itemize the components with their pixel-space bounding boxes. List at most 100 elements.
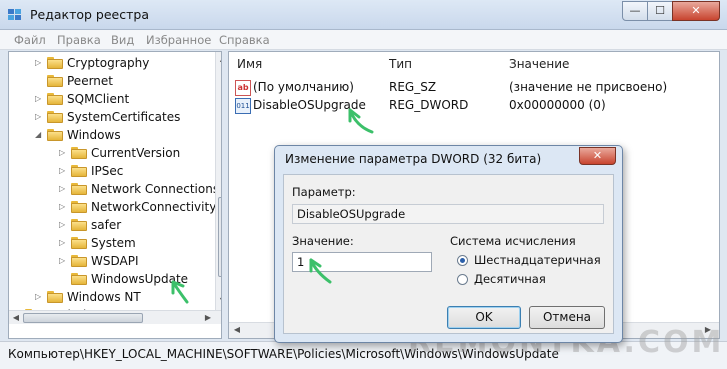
scroll-up-arrow-icon[interactable]: ▲: [216, 54, 221, 63]
folder-icon: [71, 255, 87, 267]
parameter-name-field: DisableOSUpgrade: [292, 204, 604, 224]
folder-icon: [71, 237, 87, 249]
tree-vertical-scroll-thumb[interactable]: [218, 197, 221, 277]
tree-expand-icon[interactable]: ▷: [35, 293, 42, 301]
value-label: Значение:: [292, 234, 354, 248]
tree-node-label: Network Connections: [91, 182, 220, 196]
menu-view[interactable]: Вид: [111, 33, 134, 47]
tree-node-label: WindowsUpdate: [91, 272, 189, 286]
tree-node-label: WSDAPI: [91, 254, 139, 268]
tree-expand-icon[interactable]: ▷: [35, 59, 42, 67]
folder-icon: [47, 129, 63, 141]
tree-node[interactable]: ▷ Cryptography: [9, 54, 214, 72]
tree-node-label: CurrentVersion: [91, 146, 181, 160]
scroll-left-arrow-icon[interactable]: ◀: [11, 313, 21, 322]
tree-node-label: Windows NT: [67, 290, 141, 304]
window-title: Редактор реестра: [30, 7, 149, 22]
value-type: REG_DWORD: [389, 98, 469, 112]
value-name: (По умолчанию): [253, 80, 354, 94]
value-type: REG_SZ: [389, 80, 437, 94]
tree-node[interactable]: Peernet: [9, 72, 214, 90]
dialog-close-button[interactable]: ✕: [579, 147, 616, 165]
tree-expand-icon[interactable]: ▷: [59, 185, 66, 193]
value-data: (значение не присвоено): [509, 80, 668, 94]
tree-vertical-scrollbar[interactable]: ▲ ▼: [215, 52, 221, 310]
tree-node-label: SQMClient: [67, 92, 130, 106]
menu-file[interactable]: Файл: [14, 33, 46, 47]
tree-node[interactable]: ▷ Network Connections: [9, 180, 219, 198]
tree-expand-icon[interactable]: ▷: [59, 167, 66, 175]
binary-value-icon: 011: [235, 98, 251, 114]
value-name: DisableOSUpgrade: [253, 98, 366, 112]
regedit-app-icon: [7, 7, 23, 23]
hex-radio-label[interactable]: Шестнадцатеричная: [474, 253, 601, 267]
tree-node-label: safer: [91, 218, 122, 232]
dialog-title: Изменение параметра DWORD (32 бита): [285, 152, 542, 166]
scroll-down-arrow-icon[interactable]: ▼: [216, 296, 221, 305]
string-value-icon: ab: [235, 80, 251, 96]
tree-node[interactable]: ▷ System: [9, 234, 214, 252]
column-header-type[interactable]: Тип: [389, 57, 412, 71]
tree-node-label: Windows: [67, 128, 121, 142]
menu-edit[interactable]: Правка: [57, 33, 101, 47]
tree-node-label: Cryptography: [67, 56, 150, 70]
tree-node[interactable]: WindowsUpdate: [9, 270, 214, 288]
ok-button[interactable]: OK: [447, 306, 521, 329]
tree-expand-icon[interactable]: ▷: [59, 203, 66, 211]
folder-icon: [71, 183, 87, 195]
value-data-input[interactable]: 1: [292, 252, 432, 272]
value-data-text: 1: [297, 255, 305, 269]
cancel-button[interactable]: Отмена: [529, 306, 605, 329]
folder-icon: [71, 273, 87, 285]
tree-node[interactable]: ▷ NetworkConnectivityS: [9, 198, 221, 216]
folder-icon: [47, 93, 63, 105]
folder-icon: [47, 75, 63, 87]
folder-icon: [71, 147, 87, 159]
menu-favorites[interactable]: Избранное: [146, 33, 211, 47]
tree-node-label: IPSec: [91, 164, 124, 178]
tree-node-label: NetworkConnectivityS: [91, 200, 222, 214]
folder-icon: [47, 111, 63, 123]
close-button[interactable]: ✕: [672, 1, 720, 21]
scroll-right-arrow-icon[interactable]: ▶: [203, 313, 213, 322]
registry-tree[interactable]: ▷ Cryptography Peernet ▷ SQMClient ▷ SystemCer…: [8, 51, 222, 339]
hex-radio[interactable]: [457, 255, 468, 266]
edit-dword-dialog: Изменение параметра DWORD (32 бита) ✕ Па…: [274, 145, 623, 343]
value-row-disableosupgrade[interactable]: 011 DisableOSUpgrade REG_DWORD 0x0000000…: [235, 97, 715, 115]
tree-expand-icon[interactable]: ▷: [35, 95, 42, 103]
minimize-button[interactable]: —: [622, 1, 648, 21]
tree-expand-icon[interactable]: ▷: [35, 113, 42, 121]
tree-collapse-icon[interactable]: ◢: [35, 131, 42, 139]
tree-expand-icon[interactable]: ▷: [59, 239, 66, 247]
tree-node[interactable]: ▷ SystemCertificates: [9, 108, 214, 126]
decimal-radio-label[interactable]: Десятичная: [474, 272, 546, 286]
tree-horizontal-scroll-thumb[interactable]: [23, 313, 143, 323]
tree-node-label: System: [91, 236, 136, 250]
value-data: 0x00000000 (0): [509, 98, 606, 112]
number-base-label: Система исчисления: [450, 234, 576, 248]
parameter-label: Параметр:: [292, 185, 356, 199]
tree-node-label: Peernet: [67, 74, 113, 88]
dialog-body: Параметр: DisableOSUpgrade Значение: 1 С…: [283, 174, 614, 334]
tree-node[interactable]: ▷ IPSec: [9, 162, 214, 180]
tree-node[interactable]: ▷ CurrentVersion: [9, 144, 214, 162]
tree-expand-icon[interactable]: ▷: [59, 257, 66, 265]
column-header-value[interactable]: Значение: [509, 57, 569, 71]
radio-selected-dot-icon: [460, 258, 465, 263]
folder-icon: [47, 291, 63, 303]
column-header-name[interactable]: Имя: [237, 57, 262, 71]
scroll-left-arrow-icon[interactable]: ◀: [232, 325, 242, 334]
tree-node[interactable]: ▷ SQMClient: [9, 90, 214, 108]
maximize-button[interactable]: ☐: [647, 1, 673, 21]
tree-expand-icon[interactable]: ▷: [59, 149, 66, 157]
decimal-radio[interactable]: [457, 274, 468, 285]
tree-horizontal-scrollbar[interactable]: ◀ ▶: [9, 310, 221, 324]
title-bar[interactable]: Редактор реестра — ☐ ✕: [0, 0, 727, 30]
tree-node[interactable]: ▷ Windows NT: [9, 288, 214, 306]
tree-expand-icon[interactable]: ▷: [59, 221, 66, 229]
tree-node[interactable]: ◢ Windows: [9, 126, 214, 144]
menu-help[interactable]: Справка: [219, 33, 270, 47]
tree-node[interactable]: ▷ WSDAPI: [9, 252, 214, 270]
tree-node[interactable]: ▷ safer: [9, 216, 214, 234]
value-row-default[interactable]: ab (По умолчанию) REG_SZ (значение не пр…: [235, 79, 715, 97]
